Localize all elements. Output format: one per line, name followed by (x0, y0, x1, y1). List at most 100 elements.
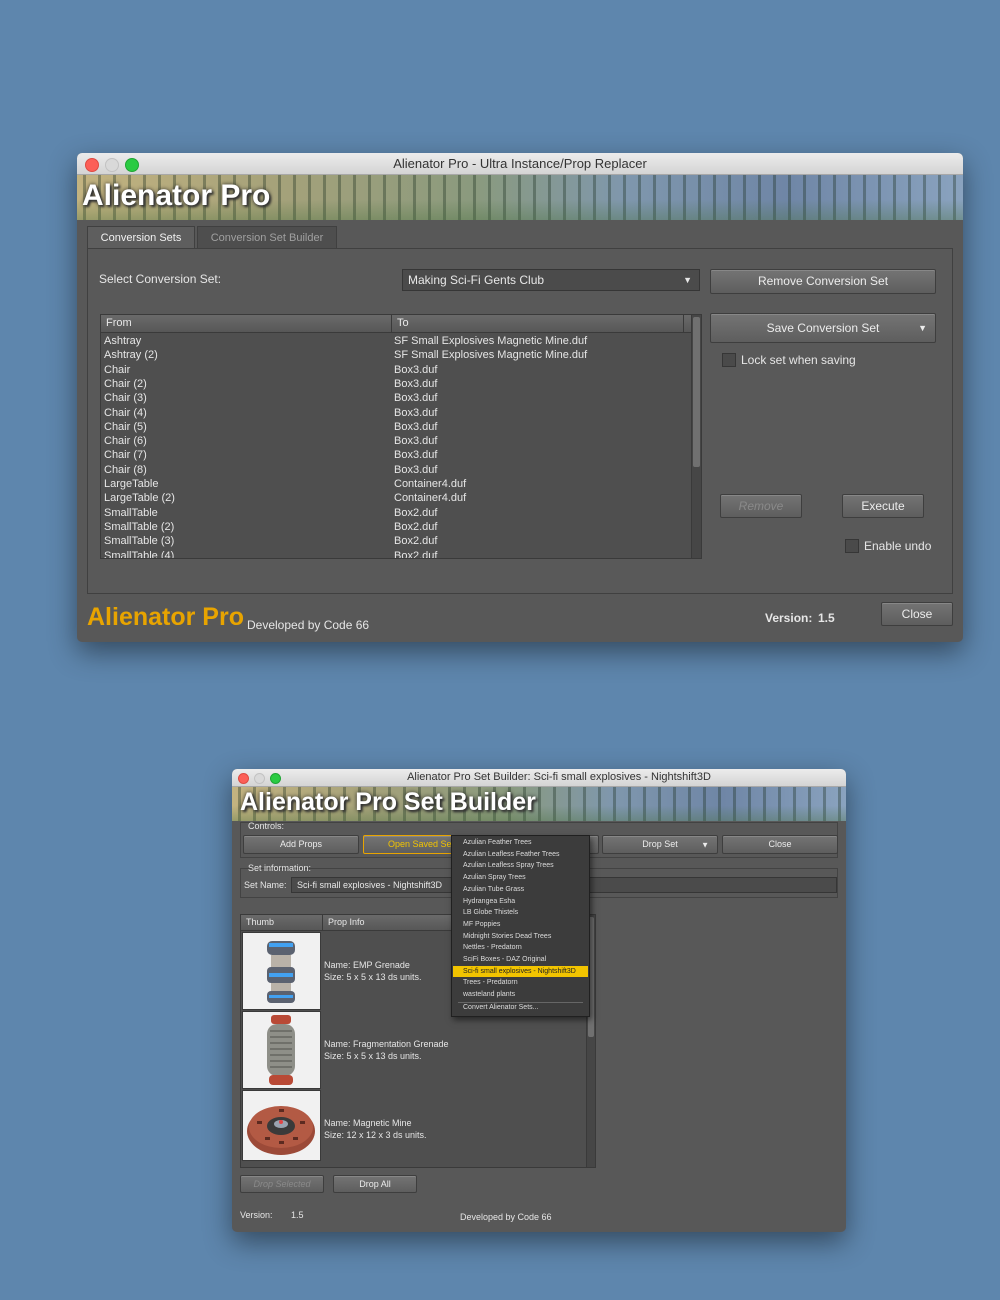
close-window-icon[interactable] (238, 772, 249, 784)
prop-size: Size: 5 x 5 x 13 ds units. (324, 972, 422, 982)
prop-size: Size: 5 x 5 x 13 ds units. (324, 1051, 422, 1061)
list-scrollbar[interactable] (691, 315, 701, 558)
zoom-window-icon[interactable] (125, 157, 139, 172)
table-row[interactable]: Chair (8) Box3.duf (101, 463, 691, 477)
set-name-value: Sci-fi small explosives - Nightshift3D (297, 880, 443, 890)
chevron-down-icon: ▼ (701, 840, 709, 849)
execute-button[interactable]: Execute (842, 494, 924, 518)
drop-set-button[interactable]: Drop Set ▼ (602, 835, 718, 854)
cell-to: Box3.duf (394, 392, 438, 405)
table-row[interactable]: Chair (4) Box3.duf (101, 406, 691, 420)
zoom-window-icon[interactable] (270, 772, 281, 784)
emp-grenade-icon (267, 941, 295, 1003)
add-props-button[interactable]: Add Props (243, 835, 359, 854)
menu-item[interactable]: LB Globe Thistels (453, 907, 588, 919)
prop-name: Name: EMP Grenade (324, 960, 410, 970)
magnetic-mine-icon (247, 1106, 315, 1155)
main-window-titlebar[interactable]: Alienator Pro - Ultra Instance/Prop Repl… (77, 153, 963, 175)
table-row[interactable]: SmallTable (4) Box2.duf (101, 549, 691, 559)
table-row[interactable]: Chair Box3.duf (101, 363, 691, 377)
prop-thumb-emp-grenade[interactable] (242, 932, 321, 1010)
table-row[interactable]: Chair (3) Box3.duf (101, 391, 691, 405)
fragmentation-grenade-icon (267, 1015, 295, 1085)
chevron-down-icon: ▼ (918, 323, 927, 333)
cell-from: Chair (2) (104, 377, 147, 390)
cell-to: Box3.duf (394, 435, 438, 448)
drop-set-label: Drop Set (642, 839, 678, 849)
cell-to: Container4.duf (394, 478, 467, 490)
table-row[interactable]: SmallTable (3) Box2.duf (101, 534, 691, 548)
tab-bar: Conversion Sets Conversion Set Builder (87, 226, 953, 248)
column-header-to[interactable]: To (392, 315, 684, 332)
table-row[interactable]: Ashtray (2) SF Small Explosives Magnetic … (101, 348, 691, 362)
menu-item[interactable]: wasteland plants (453, 989, 588, 1001)
menu-item[interactable]: Trees - Predatorn (453, 977, 588, 989)
table-row[interactable]: Chair (2) Box3.duf (101, 377, 691, 391)
cell-to: SF Small Explosives Magnetic Mine.duf (394, 335, 588, 347)
menu-item[interactable]: Azulian Tube Grass (453, 884, 588, 896)
menu-item[interactable]: Azulian Feather Trees (453, 837, 588, 849)
version-value: 1.5 (291, 1210, 304, 1220)
conversion-sets-panel: Select Conversion Set: Making Sci-Fi Gen… (87, 248, 953, 594)
menu-item[interactable]: MF Poppies (453, 919, 588, 931)
table-row[interactable]: Ashtray SF Small Explosives Magnetic Mine… (101, 334, 691, 348)
banner-title: Alienator Pro (82, 179, 271, 212)
select-set-label: Select Conversion Set: (99, 272, 222, 286)
drop-all-button[interactable]: Drop All (333, 1175, 417, 1193)
prop-thumb-fragmentation-grenade[interactable] (242, 1011, 321, 1089)
set-builder-window: Alienator Pro Set Builder: Sci-fi small … (232, 769, 846, 1232)
banner-image: Alienator Pro Set Builder (232, 787, 846, 821)
cell-to: Box3.duf (394, 377, 438, 390)
prop-size: Size: 12 x 12 x 3 ds units. (324, 1130, 427, 1140)
close-button[interactable]: Close (722, 835, 838, 854)
cell-to: Box2.duf (394, 549, 438, 559)
cell-from: Chair (3) (104, 392, 147, 405)
lock-set-label: Lock set when saving (741, 353, 856, 367)
developer-credit: Developed by Code 66 (460, 1212, 552, 1222)
cell-from: Chair (5) (104, 420, 147, 433)
menu-item[interactable]: Azulian Leafless Feather Trees (453, 849, 588, 861)
lock-set-checkbox[interactable] (722, 353, 736, 367)
cell-from: Chair (4) (104, 406, 147, 419)
scrollbar-thumb[interactable] (693, 317, 700, 467)
drop-selected-button[interactable]: Drop Selected (240, 1175, 324, 1193)
save-conversion-set-label: Save Conversion Set (766, 321, 880, 335)
table-row[interactable]: LargeTable (2) Container4.duf (101, 491, 691, 505)
prop-thumb-magnetic-mine[interactable] (242, 1090, 321, 1161)
conversion-set-select[interactable]: Making Sci-Fi Gents Club ▼ (402, 269, 700, 291)
remove-button[interactable]: Remove (720, 494, 802, 518)
cell-from: Chair (104, 363, 131, 376)
table-row[interactable]: SmallTable (2) Box2.duf (101, 520, 691, 534)
tab-conversion-set-builder[interactable]: Conversion Set Builder (197, 226, 337, 248)
menu-item[interactable]: Midnight Stories Dead Trees (453, 931, 588, 943)
menu-item[interactable]: Azulian Leafless Spray Trees (453, 860, 588, 872)
column-header-from[interactable]: From (101, 315, 392, 332)
menu-item[interactable]: Sci-fi small explosives - Nightshift3D (453, 965, 588, 978)
menu-item-convert-sets[interactable]: Convert Alienator Sets... (453, 1002, 588, 1014)
cell-from: Chair (6) (104, 435, 147, 448)
table-row[interactable]: Chair (5) Box3.duf (101, 420, 691, 434)
menu-item[interactable]: SciFi Boxes - DAZ Original (453, 954, 588, 966)
cell-to: Box3.duf (394, 463, 438, 476)
minimize-window-icon[interactable] (105, 157, 119, 172)
column-header-thumb[interactable]: Thumb (241, 915, 323, 930)
menu-item[interactable]: Azulian Spray Trees (453, 872, 588, 884)
table-row[interactable]: Chair (7) Box3.duf (101, 448, 691, 462)
set-builder-titlebar[interactable]: Alienator Pro Set Builder: Sci-fi small … (232, 769, 846, 787)
close-window-icon[interactable] (85, 157, 99, 172)
tab-conversion-sets[interactable]: Conversion Sets (87, 226, 195, 248)
cell-to: Box2.duf (394, 535, 438, 548)
table-row[interactable]: SmallTable Box2.duf (101, 506, 691, 520)
enable-undo-checkbox[interactable] (845, 539, 859, 553)
cell-from: Ashtray (2) (104, 349, 158, 362)
save-conversion-set-button[interactable]: Save Conversion Set ▼ (710, 313, 936, 343)
remove-conversion-set-button[interactable]: Remove Conversion Set (710, 269, 936, 294)
menu-item[interactable]: Hydrangea Esha (453, 896, 588, 908)
menu-item[interactable]: Nettles - Predatorn (453, 942, 588, 954)
set-info-label: Set information: (248, 863, 312, 873)
close-button[interactable]: Close (881, 602, 953, 626)
conversion-set-select-value: Making Sci-Fi Gents Club (408, 273, 545, 287)
table-row[interactable]: LargeTable Container4.duf (101, 477, 691, 491)
minimize-window-icon[interactable] (254, 772, 265, 784)
table-row[interactable]: Chair (6) Box3.duf (101, 434, 691, 448)
